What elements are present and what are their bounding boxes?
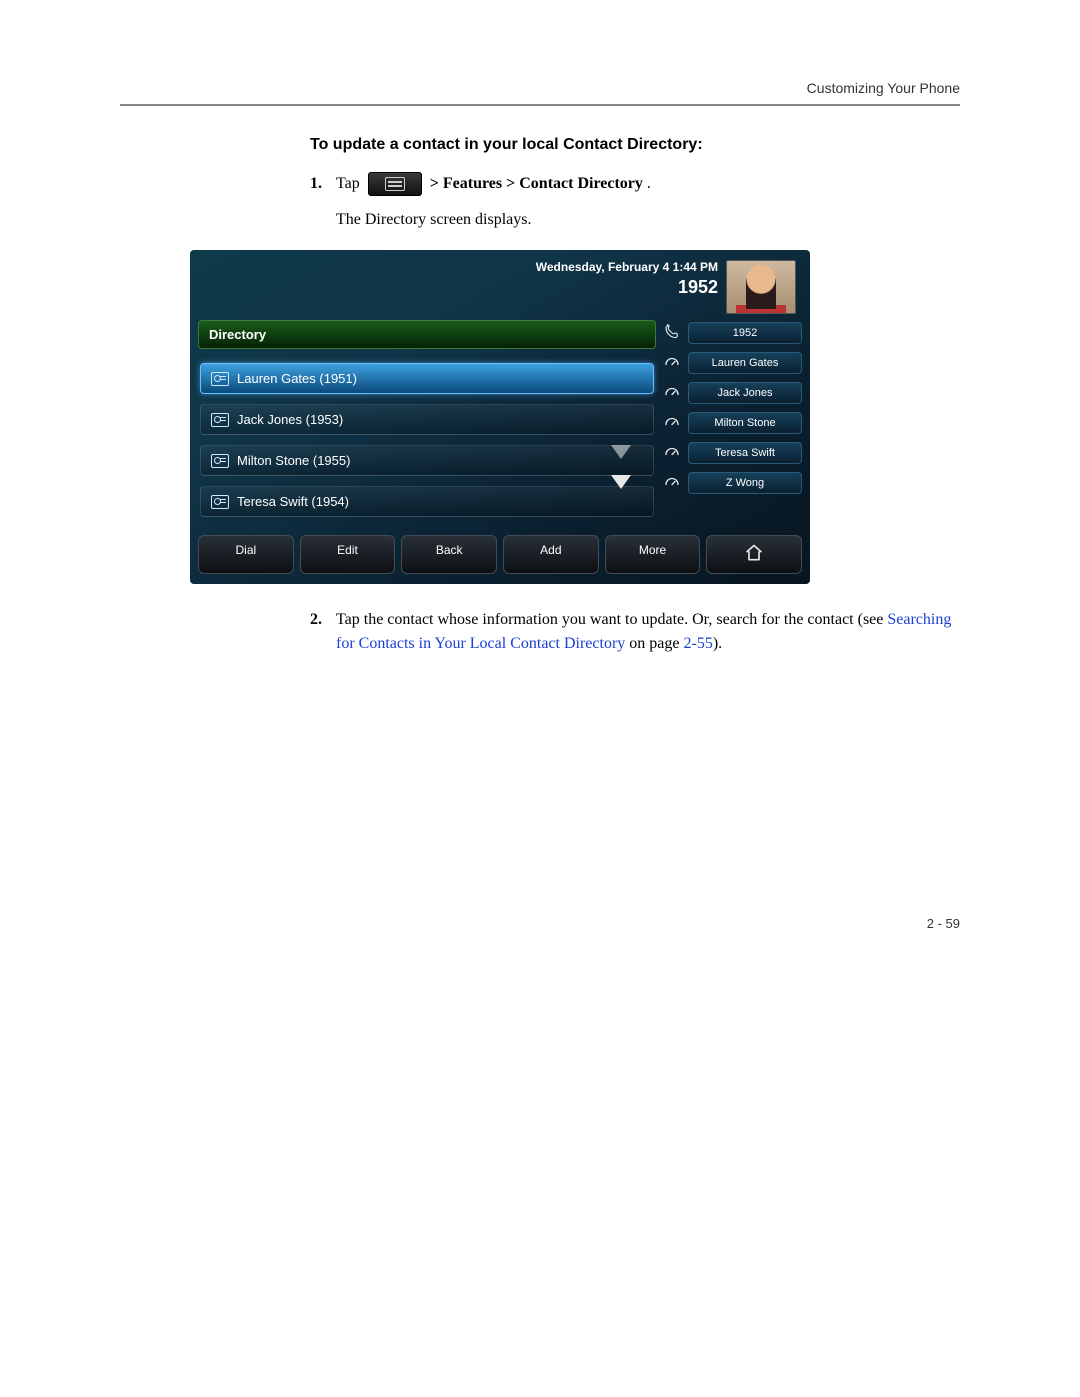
softkey-dial[interactable]: Dial: [198, 535, 294, 574]
speed-dial-key[interactable]: Jack Jones: [662, 382, 802, 404]
speed-dial-icon: [662, 414, 682, 432]
line-key-label: 1952: [688, 322, 802, 344]
contact-item[interactable]: Lauren Gates (1951): [200, 363, 654, 394]
softkey-home[interactable]: [706, 535, 802, 574]
speed-dial-key[interactable]: Teresa Swift: [662, 442, 802, 464]
section-heading: To update a contact in your local Contac…: [310, 136, 960, 154]
scroll-down-icon[interactable]: [608, 470, 634, 494]
speed-dial-key[interactable]: Lauren Gates: [662, 352, 802, 374]
contact-item[interactable]: Jack Jones (1953): [200, 404, 654, 435]
directory-header: Directory: [198, 320, 656, 349]
softkey-add[interactable]: Add: [503, 535, 599, 574]
step2-pageref[interactable]: 2-55: [683, 635, 712, 652]
speed-dial-icon: [662, 384, 682, 402]
speed-dial-icon: [662, 354, 682, 372]
speed-dial-label: Milton Stone: [688, 412, 802, 434]
status-datetime: Wednesday, February 4 1:44 PM: [536, 260, 718, 276]
speed-dial-label: Lauren Gates: [688, 352, 802, 374]
page-number: 2 - 59: [120, 916, 960, 931]
softkey-more[interactable]: More: [605, 535, 701, 574]
speed-dial-label: Z Wong: [688, 472, 802, 494]
step1-result: The Directory screen displays.: [336, 208, 960, 232]
step2-text-post: ).: [713, 635, 722, 652]
phone-screenshot: Wednesday, February 4 1:44 PM 1952 Direc…: [190, 250, 960, 584]
contact-label: Jack Jones (1953): [237, 412, 343, 427]
step2-text-pre: Tap the contact whose information you wa…: [336, 611, 887, 628]
speed-dial-key[interactable]: Milton Stone: [662, 412, 802, 434]
softkey-back[interactable]: Back: [401, 535, 497, 574]
contact-card-icon: [211, 372, 229, 386]
softkey-edit[interactable]: Edit: [300, 535, 396, 574]
contact-item[interactable]: Teresa Swift (1954): [200, 486, 654, 517]
step1-breadcrumb: > Features > Contact Directory: [430, 172, 643, 196]
step-1: 1. Tap > Features > Contact Directory. T…: [310, 172, 960, 232]
menu-icon: [368, 172, 422, 196]
avatar: [726, 260, 796, 314]
step-2: 2. Tap the contact whose information you…: [310, 608, 960, 656]
speed-dial-icon: [662, 474, 682, 492]
speed-dial-label: Jack Jones: [688, 382, 802, 404]
step2-text-mid: on page: [625, 635, 683, 652]
handset-icon: [662, 324, 682, 342]
header-rule: [120, 104, 960, 106]
contact-card-icon: [211, 413, 229, 427]
contact-card-icon: [211, 495, 229, 509]
speed-dial-icon: [662, 444, 682, 462]
contact-label: Teresa Swift (1954): [237, 494, 349, 509]
step1-pre: Tap: [336, 172, 360, 196]
contact-card-icon: [211, 454, 229, 468]
speed-dial-key[interactable]: Z Wong: [662, 472, 802, 494]
home-icon: [743, 543, 765, 566]
line-key[interactable]: 1952: [662, 322, 802, 344]
speed-dial-label: Teresa Swift: [688, 442, 802, 464]
step-number: 1.: [310, 172, 336, 232]
contact-item[interactable]: Milton Stone (1955): [200, 445, 654, 476]
contact-list: Lauren Gates (1951) Jack Jones (1953) Mi…: [198, 363, 656, 517]
contact-label: Milton Stone (1955): [237, 453, 350, 468]
contact-label: Lauren Gates (1951): [237, 371, 357, 386]
running-head: Customizing Your Phone: [120, 80, 960, 104]
status-extension: 1952: [536, 276, 718, 299]
scroll-down-icon[interactable]: [608, 440, 634, 464]
step-number: 2.: [310, 608, 336, 656]
step1-period: .: [647, 172, 651, 196]
